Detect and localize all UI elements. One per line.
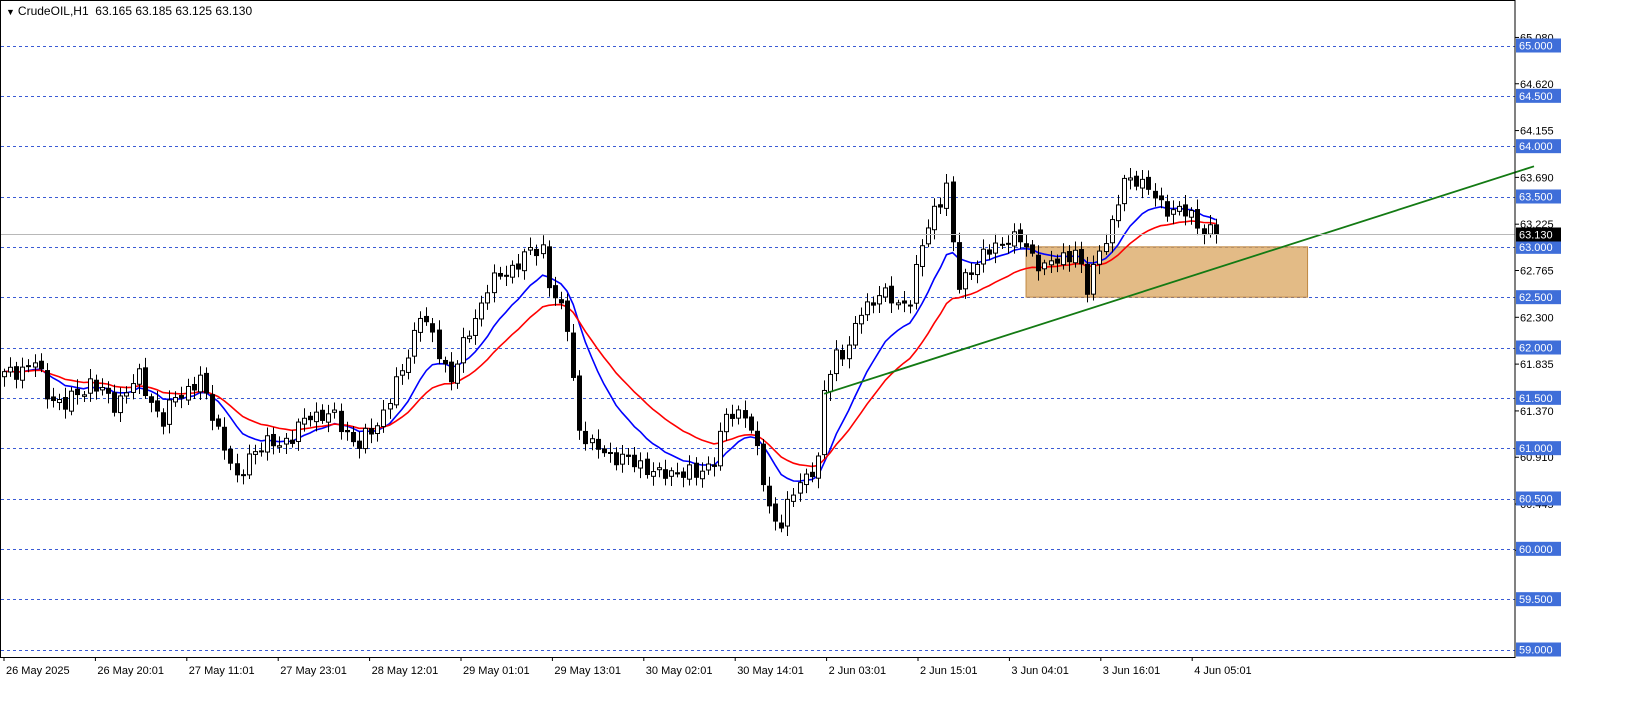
level-label-text-12: 59.000	[1519, 645, 1553, 657]
candle-59[interactable]	[363, 423, 368, 454]
candle-122[interactable]	[749, 413, 754, 434]
x-tick-label-9: 2 Jun 03:01	[829, 665, 887, 677]
candle-134[interactable]	[822, 380, 827, 459]
x-tick-label-12: 3 Jun 16:01	[1103, 665, 1161, 677]
current-price-tag: 63.130	[1516, 227, 1561, 242]
x-tick-label-11: 3 Jun 04:01	[1011, 665, 1069, 677]
x-tick-label-0: 26 May 2025	[6, 665, 70, 677]
x-tick-label-5: 29 May 01:01	[463, 665, 530, 677]
level-label-text-3: 63.500	[1519, 192, 1553, 204]
level-label-text-8: 61.000	[1519, 443, 1553, 455]
x-tick-label-8: 30 May 14:01	[737, 665, 804, 677]
level-label-3[interactable]: 63.500	[1516, 189, 1561, 204]
x-tick-label-2: 27 May 11:01	[189, 665, 255, 677]
plot-background	[0, 0, 1651, 719]
price-chart[interactable]: 65.08064.62064.15563.69063.22562.76562.3…	[0, 0, 1651, 719]
level-label-7[interactable]: 61.500	[1516, 390, 1561, 405]
candle-155[interactable]	[951, 176, 956, 252]
y-tick-label-2: 64.155	[1520, 126, 1554, 138]
level-label-text-5: 62.500	[1519, 292, 1553, 304]
candle-124[interactable]	[761, 438, 766, 492]
y-tick-label-7: 61.835	[1520, 359, 1554, 371]
symbol-header: ▼ CrudeOIL,H1 63.165 63.185 63.125 63.130	[6, 4, 252, 18]
x-tick-label-13: 4 Jun 05:01	[1194, 665, 1252, 677]
level-label-text-2: 64.000	[1519, 141, 1553, 153]
y-tick-label-5: 62.765	[1520, 265, 1554, 277]
level-label-text-9: 60.500	[1519, 494, 1553, 506]
symbol-name: CrudeOIL,H1	[17, 4, 89, 18]
level-label-10[interactable]: 60.000	[1516, 541, 1561, 556]
ohlc-values: 63.165 63.185 63.125 63.130	[95, 4, 253, 18]
level-label-9[interactable]: 60.500	[1516, 491, 1561, 506]
level-label-text-6: 62.000	[1519, 343, 1553, 355]
level-label-text-1: 64.500	[1519, 91, 1553, 103]
level-label-4[interactable]: 63.000	[1516, 239, 1561, 254]
x-tick-label-7: 30 May 02:01	[646, 665, 713, 677]
y-tick-label-6: 62.300	[1520, 312, 1554, 324]
level-label-text-11: 59.500	[1519, 594, 1553, 606]
y-tick-label-3: 63.690	[1520, 172, 1554, 184]
level-label-6[interactable]: 62.000	[1516, 340, 1561, 355]
candle-11[interactable]	[69, 387, 74, 416]
x-tick-label-4: 28 May 12:01	[372, 665, 439, 677]
x-tick-label-1: 26 May 20:01	[97, 665, 164, 677]
candle-94[interactable]	[577, 370, 582, 440]
x-tick-label-10: 2 Jun 15:01	[920, 665, 978, 677]
level-label-1[interactable]: 64.500	[1516, 88, 1561, 103]
level-label-8[interactable]: 61.000	[1516, 441, 1561, 456]
x-tick-label-6: 29 May 13:01	[554, 665, 621, 677]
current-price-text: 63.130	[1519, 230, 1553, 242]
y-tick-label-8: 61.370	[1520, 406, 1554, 418]
x-tick-label-3: 27 May 23:01	[280, 665, 347, 677]
level-label-text-4: 63.000	[1519, 242, 1553, 254]
level-label-text-0: 65.000	[1519, 41, 1553, 53]
level-label-2[interactable]: 64.000	[1516, 139, 1561, 154]
level-label-text-7: 61.500	[1519, 393, 1553, 405]
level-label-text-10: 60.000	[1519, 544, 1553, 556]
level-label-5[interactable]: 62.500	[1516, 290, 1561, 305]
caret-down-icon[interactable]: ▼	[6, 7, 15, 17]
level-label-11[interactable]: 59.500	[1516, 592, 1561, 607]
level-label-12[interactable]: 59.000	[1516, 642, 1561, 657]
level-label-0[interactable]: 65.000	[1516, 38, 1561, 53]
